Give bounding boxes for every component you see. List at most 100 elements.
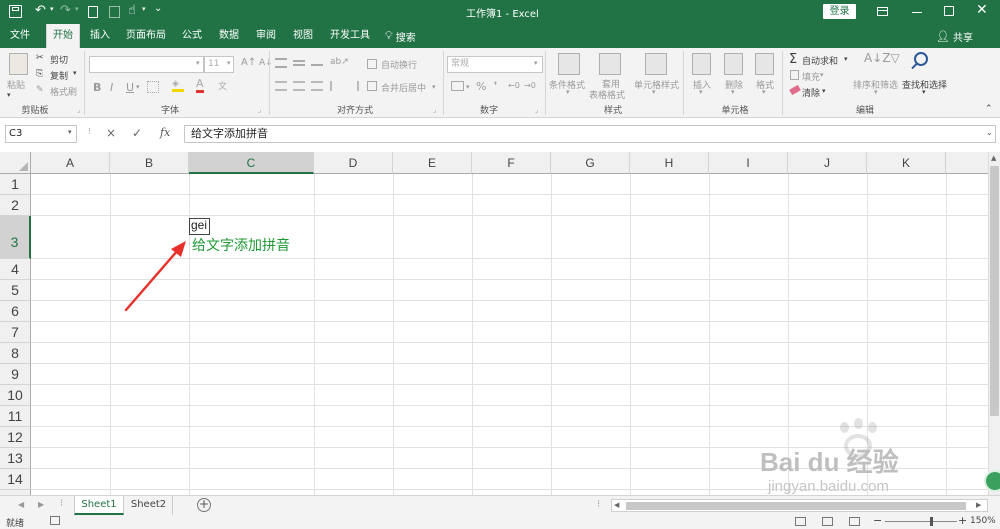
merge-dropdown-icon[interactable]: ▾ xyxy=(432,83,436,91)
merge-center-icon[interactable] xyxy=(367,81,377,91)
sort-filter-icon[interactable]: A↓Z▽ xyxy=(864,51,900,65)
zoom-level[interactable]: 150% xyxy=(970,516,996,526)
page-break-view-icon[interactable] xyxy=(849,517,860,526)
percent-button[interactable]: % xyxy=(476,80,486,93)
login-button[interactable]: 登录 xyxy=(823,4,856,19)
fill-button[interactable]: 填充 xyxy=(802,70,820,83)
undo-icon[interactable]: ↶ xyxy=(35,3,46,18)
format-as-table-line2[interactable]: 表格格式 xyxy=(589,88,625,101)
collapse-ribbon-icon[interactable]: ⌃ xyxy=(985,104,993,114)
number-launcher-icon[interactable]: ⌟ xyxy=(535,106,538,114)
expand-formula-bar-icon[interactable]: ⌄ xyxy=(986,128,993,137)
cell-styles-dropdown-icon[interactable]: ▾ xyxy=(652,88,656,96)
sheet-options-icon[interactable]: ⁝ xyxy=(60,498,63,509)
number-format-combo[interactable]: 常规 xyxy=(447,56,543,73)
clear-dropdown-icon[interactable]: ▾ xyxy=(822,87,826,95)
scroll-up-icon[interactable]: ▲ xyxy=(991,154,996,162)
tab-insert[interactable]: 插入 xyxy=(83,24,117,48)
paste-label[interactable]: 粘贴 xyxy=(7,78,25,91)
tab-formulas[interactable]: 公式 xyxy=(176,24,208,48)
copy-button[interactable]: 复制 xyxy=(50,69,68,82)
wrap-text-icon[interactable] xyxy=(367,59,377,69)
tab-developer[interactable]: 开发工具 xyxy=(326,24,374,48)
cancel-icon[interactable]: × xyxy=(106,126,116,140)
page-layout-view-icon[interactable] xyxy=(822,517,833,526)
horizontal-scroll-thumb[interactable] xyxy=(626,502,966,510)
bold-button[interactable]: B xyxy=(93,81,101,94)
phonetic-icon[interactable]: 文 xyxy=(218,79,227,92)
tab-review[interactable]: 审阅 xyxy=(250,24,282,48)
tell-me-search[interactable]: 💡︎ 搜索 xyxy=(385,24,416,48)
accounting-dropdown-icon[interactable]: ▾ xyxy=(466,83,470,91)
name-box[interactable]: C3 xyxy=(5,125,77,143)
copy-dropdown-icon[interactable]: ▾ xyxy=(73,69,77,77)
number-format-dropdown-icon[interactable]: ▾ xyxy=(534,59,538,67)
eraser-icon[interactable] xyxy=(789,84,801,96)
scroll-left-icon[interactable]: ◀ xyxy=(614,501,619,509)
cell-styles-button[interactable]: 单元格样式 xyxy=(634,78,679,91)
add-sheet-button[interactable]: + xyxy=(197,498,211,512)
italic-button[interactable]: I xyxy=(110,81,113,94)
merge-center-button[interactable]: 合并后居中 xyxy=(381,81,426,94)
autosum-dropdown-icon[interactable]: ▾ xyxy=(844,55,848,63)
sheet-tab-sheet2[interactable]: Sheet2 xyxy=(125,496,173,515)
orientation-icon[interactable]: ab↗ xyxy=(330,57,349,67)
font-name-dropdown-icon[interactable]: ▾ xyxy=(196,59,200,67)
macro-record-icon[interactable] xyxy=(50,516,60,525)
cut-button[interactable]: 剪切 xyxy=(50,53,68,66)
decrease-font-icon[interactable]: A↓ xyxy=(259,58,273,68)
zoom-slider[interactable] xyxy=(885,521,957,522)
cell-styles-icon[interactable] xyxy=(645,53,667,75)
horizontal-scrollbar[interactable]: ◀ ▶ xyxy=(611,499,988,512)
fill-icon[interactable] xyxy=(790,70,799,80)
close-icon[interactable]: ✕ xyxy=(976,2,988,18)
share-button[interactable]: 👤︎ 共享 xyxy=(936,24,973,48)
tab-view[interactable]: 视图 xyxy=(287,24,319,48)
align-top-icon[interactable] xyxy=(275,58,287,68)
alignment-launcher-icon[interactable]: ⌟ xyxy=(433,106,436,114)
format-as-table-icon[interactable] xyxy=(599,53,621,75)
comma-style-icon[interactable]: ❜ xyxy=(494,81,497,92)
decrease-decimal-icon[interactable]: →0 xyxy=(524,81,536,90)
minimize-icon[interactable] xyxy=(912,12,922,13)
tab-home[interactable]: 开始 xyxy=(46,24,80,48)
align-center-icon[interactable] xyxy=(293,81,305,91)
tab-splitter-icon[interactable]: ⁝ xyxy=(597,499,600,510)
insert-cells-dropdown-icon[interactable]: ▾ xyxy=(699,88,703,96)
align-middle-icon[interactable] xyxy=(293,60,305,66)
zoom-in-button[interactable]: + xyxy=(958,514,967,527)
zoom-out-button[interactable]: − xyxy=(873,514,882,527)
vertical-scroll-thumb[interactable] xyxy=(990,166,999,416)
accounting-format-icon[interactable] xyxy=(451,81,464,91)
sheet-tab-sheet1[interactable]: Sheet1 xyxy=(74,496,124,515)
insert-cells-icon[interactable] xyxy=(692,53,711,75)
font-launcher-icon[interactable]: ⌟ xyxy=(258,106,261,114)
ribbon-display-icon[interactable] xyxy=(877,7,888,16)
decrease-indent-icon[interactable] xyxy=(330,81,342,91)
increase-indent-icon[interactable] xyxy=(347,81,359,91)
insert-function-icon[interactable]: fx xyxy=(160,126,170,139)
fill-dropdown-icon[interactable]: ▾ xyxy=(820,71,824,79)
delete-cells-icon[interactable] xyxy=(724,53,743,75)
format-cells-dropdown-icon[interactable]: ▾ xyxy=(762,88,766,96)
touch-dropdown-icon[interactable]: ▾ xyxy=(142,5,146,13)
next-sheet-icon[interactable]: ▶ xyxy=(38,500,44,509)
clear-button[interactable]: 清除 xyxy=(802,86,820,99)
print-preview-icon[interactable] xyxy=(109,6,120,18)
tab-data[interactable]: 数据 xyxy=(213,24,245,48)
normal-view-icon[interactable] xyxy=(795,517,806,526)
underline-button[interactable]: U xyxy=(126,81,134,94)
formula-input[interactable]: 给文字添加拼音 xyxy=(184,125,996,143)
cut-icon[interactable]: ✂ xyxy=(36,53,44,63)
tab-page-layout[interactable]: 页面布局 xyxy=(123,24,169,48)
increase-font-icon[interactable]: A↑ xyxy=(241,57,256,68)
conditional-format-dropdown-icon[interactable]: ▾ xyxy=(566,88,570,96)
autosum-button[interactable]: 自动求和 xyxy=(802,54,838,67)
conditional-format-icon[interactable] xyxy=(558,53,580,75)
redo-icon[interactable]: ↷ xyxy=(60,3,71,18)
borders-icon[interactable] xyxy=(147,81,159,93)
enter-icon[interactable]: ✓ xyxy=(132,126,142,140)
sort-filter-dropdown-icon[interactable]: ▾ xyxy=(874,88,878,96)
format-cells-icon[interactable] xyxy=(755,53,774,75)
clipboard-launcher-icon[interactable]: ⌟ xyxy=(77,106,80,114)
